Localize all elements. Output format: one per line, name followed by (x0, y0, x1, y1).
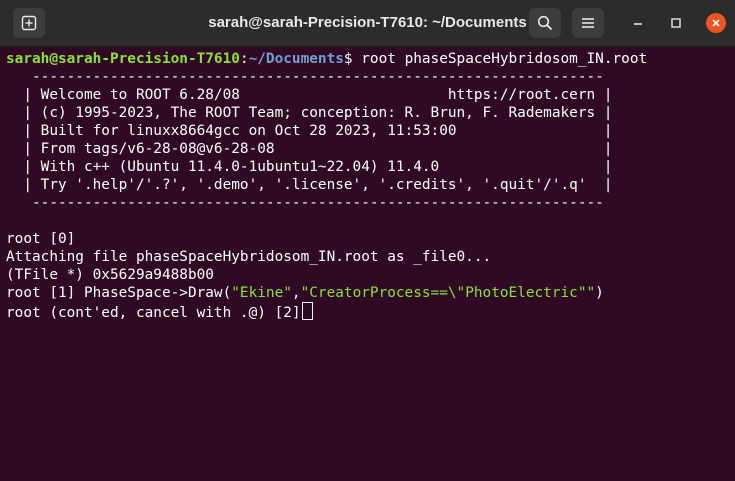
close-button[interactable] (706, 13, 726, 33)
hamburger-menu-icon (582, 18, 594, 28)
prompt-user-host: sarah@sarah-Precision-T7610 (6, 51, 240, 67)
output-line: (TFile *) 0x5629a9488b00 (6, 267, 214, 283)
banner-line: | Welcome to ROOT 6.28/08 https://root.c… (6, 87, 613, 103)
prompt-command: root phaseSpaceHybridosom_IN.root (361, 51, 648, 67)
terminal-output[interactable]: sarah@sarah-Precision-T7610:~/Documents$… (6, 50, 731, 478)
new-tab-icon (21, 15, 37, 31)
banner-line: | With c++ (Ubuntu 11.4.0-1ubuntu1~22.04… (6, 159, 613, 175)
banner-line: | Built for linuxx8664gcc on Oct 28 2023… (6, 123, 613, 139)
banner-line: | From tags/v6-28-08@v6-28-08 | (6, 141, 613, 157)
terminal-window: sarah@sarah-Precision-T7610: ~/Documents (0, 0, 735, 481)
draw-arg-selection: "CreatorProcess==\"PhotoElectric"" (300, 285, 596, 301)
prompt-colon: : (239, 51, 249, 67)
banner-line: | Try '.help'/'.?', '.demo', '.license',… (6, 177, 613, 193)
draw-command-line: root [1] PhaseSpace->Draw("Ekine","Creat… (6, 284, 731, 302)
draw-command-prefix: root [1] PhaseSpace->Draw( (6, 285, 232, 301)
prompt-symbol: $ (343, 51, 362, 67)
close-icon (712, 19, 720, 27)
continuation-prompt: root (cont'ed, cancel with .@) [2] (6, 305, 301, 321)
title-bar[interactable]: sarah@sarah-Precision-T7610: ~/Documents (0, 0, 735, 47)
minimize-button[interactable] (628, 13, 648, 33)
maximize-icon (671, 18, 681, 28)
continuation-line: root (cont'ed, cancel with .@) [2] (6, 302, 731, 321)
output-line: root [0] (6, 231, 76, 247)
text-cursor[interactable] (301, 302, 313, 320)
draw-arg-variable: "Ekine" (231, 285, 292, 301)
output-line: Attaching file phaseSpaceHybridosom_IN.r… (6, 249, 492, 265)
window-title: sarah@sarah-Precision-T7610: ~/Documents (208, 14, 527, 31)
banner-line: ----------------------------------------… (6, 69, 604, 85)
minimize-icon (634, 23, 642, 25)
banner-line: ----------------------------------------… (6, 195, 604, 211)
search-button[interactable] (529, 8, 561, 38)
new-tab-button[interactable] (13, 8, 45, 38)
menu-button[interactable] (572, 8, 604, 38)
maximize-button[interactable] (666, 13, 686, 33)
banner-line: | (c) 1995-2023, The ROOT Team; concepti… (6, 105, 613, 121)
search-icon (537, 15, 553, 31)
draw-arg-separator: , (291, 285, 301, 301)
prompt-line: sarah@sarah-Precision-T7610:~/Documents$… (6, 50, 731, 68)
prompt-path: ~/Documents (248, 51, 344, 67)
draw-command-suffix: ) (595, 285, 604, 301)
